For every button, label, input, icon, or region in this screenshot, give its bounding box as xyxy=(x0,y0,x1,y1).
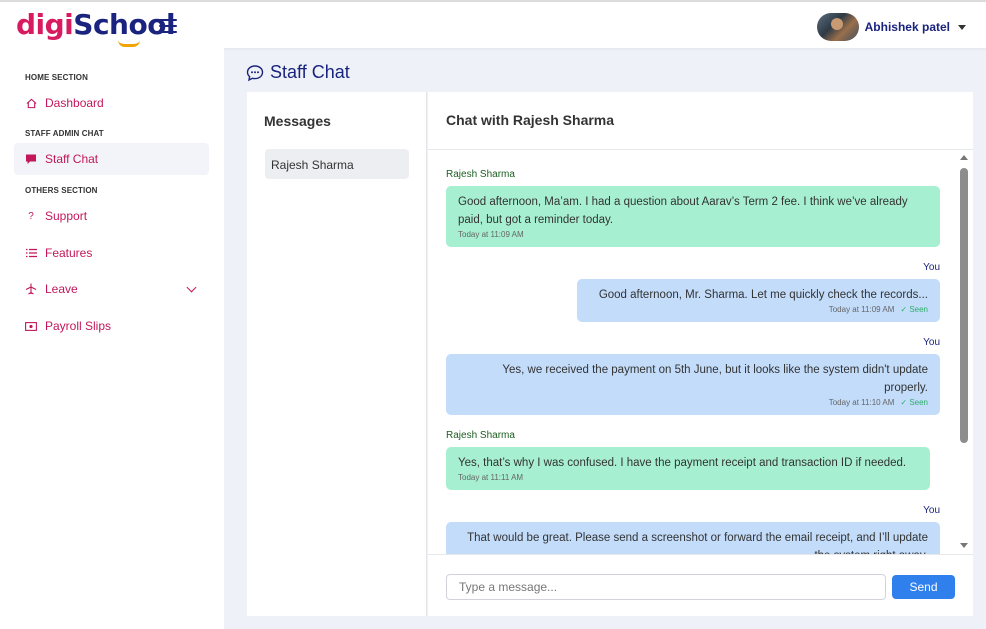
message-sender: Rajesh Sharma xyxy=(446,169,515,180)
sidebar-item-features[interactable]: Features xyxy=(14,237,209,269)
chevron-down-icon xyxy=(186,282,197,293)
sidebar-item-payroll-slips[interactable]: Payroll Slips xyxy=(14,310,209,342)
chat-messages-area[interactable]: Rajesh Sharma Good afternoon, Ma’am. I h… xyxy=(428,150,973,554)
chat-panel: Chat with Rajesh Sharma Rajesh Sharma Go… xyxy=(428,92,973,616)
plane-icon xyxy=(25,283,37,295)
sidebar-item-dashboard[interactable]: Dashboard xyxy=(14,87,209,119)
sidebar-item-label: Dashboard xyxy=(45,96,104,110)
sidebar-item-label: Features xyxy=(45,246,93,260)
message-text: That would be great. Please send a scree… xyxy=(467,532,928,554)
scroll-up-arrow-icon[interactable] xyxy=(960,155,968,160)
scroll-down-arrow-icon[interactable] xyxy=(960,543,968,548)
message-time: Today at 11:10 AM xyxy=(828,398,895,407)
chat-composer: Send xyxy=(428,554,973,616)
chat-scrollbar[interactable] xyxy=(959,150,969,554)
chat-heading: Chat with Rajesh Sharma xyxy=(428,92,973,150)
seen-status: ✓ Seen xyxy=(900,398,928,407)
message-sender-you: You xyxy=(923,337,940,348)
message-time: Today at 11:11 AM xyxy=(458,473,524,482)
sidebar: HOME SECTION Dashboard STAFF ADMIN CHAT … xyxy=(0,48,224,629)
menu-toggle-icon[interactable] xyxy=(159,19,177,33)
user-menu[interactable]: Abhishek patel xyxy=(816,13,966,41)
sidebar-item-label: Support xyxy=(45,209,88,223)
contact-item-rajesh-sharma[interactable]: Rajesh Sharma xyxy=(265,149,409,179)
message-text: Yes, we received the payment on 5th June… xyxy=(502,364,928,394)
chat-icon xyxy=(25,153,37,165)
money-icon xyxy=(25,320,37,332)
caret-down-icon xyxy=(958,24,966,30)
sidebar-item-label: Leave xyxy=(45,282,78,296)
page-title: Staff Chat xyxy=(246,62,350,83)
page-title-text: Staff Chat xyxy=(270,62,350,82)
avatar xyxy=(816,13,859,41)
messages-panel: Messages Rajesh Sharma xyxy=(247,92,427,616)
scroll-thumb[interactable] xyxy=(960,168,968,443)
message-sender-you: You xyxy=(923,505,940,516)
message-time: Today at 11:09 AM xyxy=(828,305,895,314)
message-sender-you: You xyxy=(923,262,940,273)
message-bubble-outgoing: That would be great. Please send a scree… xyxy=(446,522,940,554)
user-name: Abhishek patel xyxy=(864,20,950,34)
chat-bubble-icon xyxy=(246,64,264,81)
section-title-staff-chat: STAFF ADMIN CHAT xyxy=(25,129,104,138)
sidebar-item-label: Payroll Slips xyxy=(45,319,112,333)
message-bubble-incoming: Good afternoon, Ma’am. I had a question … xyxy=(446,186,940,247)
messages-heading: Messages xyxy=(264,113,331,129)
sidebar-item-label: Staff Chat xyxy=(45,152,99,166)
send-button[interactable]: Send xyxy=(892,575,955,599)
message-bubble-outgoing: Yes, we received the payment on 5th June… xyxy=(446,354,940,415)
list-icon xyxy=(25,247,37,259)
section-title-home: HOME SECTION xyxy=(25,73,88,82)
app-logo[interactable]: digiSchool xyxy=(16,8,176,41)
message-text: Good afternoon, Ma’am. I had a question … xyxy=(458,196,908,226)
seen-status: ✓ Seen xyxy=(900,305,928,314)
top-navbar: digiSchool Abhishek patel xyxy=(0,0,986,48)
sidebar-item-staff-chat[interactable]: Staff Chat xyxy=(14,143,209,175)
home-icon xyxy=(25,97,37,109)
message-bubble-incoming: Yes, that’s why I was confused. I have t… xyxy=(446,447,930,490)
logo-text-digi: digi xyxy=(16,8,74,41)
message-meta: Today at 11:09 AM ✓ Seen xyxy=(589,305,928,315)
message-sender: Rajesh Sharma xyxy=(446,430,515,441)
message-meta: Today at 11:10 AM ✓ Seen xyxy=(458,398,928,408)
message-input[interactable] xyxy=(446,574,886,600)
sidebar-item-leave[interactable]: Leave xyxy=(14,273,209,305)
message-bubble-outgoing: Good afternoon, Mr. Sharma. Let me quick… xyxy=(577,279,940,322)
message-text: Yes, that’s why I was confused. I have t… xyxy=(458,457,907,469)
message-time: Today at 11:09 AM xyxy=(458,230,524,239)
question-icon: ? xyxy=(28,210,34,222)
sidebar-item-support[interactable]: ? Support xyxy=(14,200,209,232)
message-text: Good afternoon, Mr. Sharma. Let me quick… xyxy=(598,289,928,301)
section-title-others: OTHERS SECTION xyxy=(25,186,98,195)
logo-smile-icon xyxy=(118,40,140,47)
